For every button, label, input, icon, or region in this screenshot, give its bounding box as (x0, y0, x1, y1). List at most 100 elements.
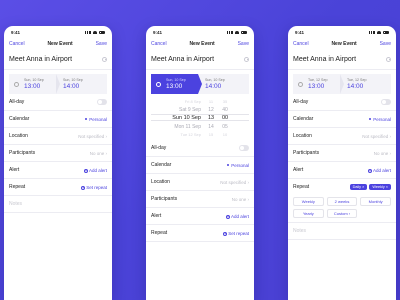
location-row[interactable]: Location Not specified › (146, 174, 254, 191)
participants-row[interactable]: Participants No one › (4, 145, 112, 162)
repeat-label: Repeat (151, 230, 168, 236)
time-icon (298, 81, 303, 87)
alert-row[interactable]: Alert + Add alert (4, 162, 112, 179)
end-date-button[interactable]: Sun, 10 Sep 14:00 (56, 74, 107, 94)
add-alert-button[interactable]: Add alert (373, 168, 391, 173)
allday-label: All-day (9, 99, 25, 105)
event-title-field[interactable]: Meet Anna in Airport (4, 50, 112, 70)
location-row[interactable]: Location Not specified › (4, 128, 112, 145)
end-date-button[interactable]: Tue, 12 Sep 14:00 (340, 74, 391, 94)
option-monthly[interactable]: Monthly (360, 197, 391, 206)
participants-label: Participants (9, 150, 36, 156)
set-repeat-button[interactable]: Set repeat (86, 185, 107, 190)
alert-row[interactable]: Alert + Add alert (288, 162, 396, 179)
phone-screen-repeat: 9:41 Cancel New Event Save Meet Anna in … (288, 26, 396, 300)
save-button[interactable]: Save (380, 41, 391, 47)
calendar-label: Calendar (9, 116, 30, 122)
cancel-button[interactable]: Cancel (151, 41, 167, 47)
repeat-label: Repeat (9, 184, 26, 190)
cancel-button[interactable]: Cancel (9, 41, 25, 47)
start-date: Sun, 10 Sep (24, 78, 44, 82)
start-date-button[interactable]: Sun, 10 Sep 13:00 (9, 74, 60, 94)
picker-row[interactable]: Sat 9 Sep 12 40 (151, 106, 249, 113)
allday-label: All-day (151, 145, 167, 151)
repeat-row[interactable]: Repeat + Set repeat (146, 225, 254, 242)
allday-toggle[interactable] (381, 99, 391, 105)
event-title-field[interactable]: Meet Anna in Airport (146, 50, 254, 70)
add-alert-button[interactable]: Add alert (89, 168, 107, 173)
save-button[interactable]: Save (238, 41, 249, 47)
time-icon (156, 81, 161, 87)
option-yearly[interactable]: Yearly (293, 209, 324, 218)
allday-toggle[interactable] (239, 145, 249, 151)
participants-row[interactable]: Participants No one › (146, 191, 254, 208)
time-icon (14, 81, 19, 87)
picker-row[interactable]: Fri 8 Sep 11 35 (151, 98, 249, 105)
location-value: Not specified (220, 179, 247, 185)
set-repeat-button[interactable]: Set repeat (228, 231, 249, 236)
alert-label: Alert (151, 213, 162, 219)
alert-row[interactable]: Alert + Add alert (146, 208, 254, 225)
end-date-button[interactable]: Sun, 10 Sep 14:00 (198, 74, 249, 94)
chip-daily[interactable]: Daily × (349, 184, 368, 190)
calendar-label: Calendar (293, 116, 314, 122)
event-title-text: Meet Anna in Airport (9, 56, 73, 63)
end-date: Tue, 12 Sep (347, 78, 367, 82)
calendar-dot-icon (369, 118, 372, 121)
chip-weekly[interactable]: Weekly × (369, 184, 391, 190)
option-weekly[interactable]: Weekly (293, 197, 324, 206)
allday-toggle[interactable] (97, 99, 107, 105)
status-bar: 9:41 (146, 26, 254, 38)
clock-icon[interactable] (244, 57, 249, 62)
repeat-row[interactable]: Repeat + Set repeat (4, 179, 112, 196)
event-title-field[interactable]: Meet Anna in Airport (288, 50, 396, 70)
status-bar: 9:41 (4, 26, 112, 38)
clock-icon[interactable] (102, 57, 107, 62)
date-time-picker[interactable]: Fri 8 Sep 11 35 Sat 9 Sep 12 40 Sun 10 Sep 13… (151, 96, 249, 140)
calendar-row[interactable]: Calendar Personal (4, 111, 112, 128)
location-row[interactable]: Location Not specified › (288, 128, 396, 145)
plus-icon: + (81, 185, 86, 190)
page-title: New Event (47, 41, 73, 47)
start-time: 13:00 (308, 83, 325, 90)
nav-bar: Cancel New Event Save (4, 38, 112, 50)
phone-screen-date-picker: 9:41 Cancel New Event Save Meet Anna in … (146, 26, 254, 300)
option-custom[interactable]: Custom › (326, 209, 358, 218)
calendar-dot-icon (227, 164, 230, 167)
page-title: New Event (331, 41, 357, 47)
start-date-button[interactable]: Sun, 10 Sep 13:00 (151, 74, 202, 94)
arrow-icon (340, 74, 344, 94)
battery-icon (99, 30, 105, 34)
arrow-icon (56, 74, 60, 94)
save-button[interactable]: Save (96, 41, 107, 47)
calendar-dot-icon (85, 118, 88, 121)
notes-row[interactable]: Notes (288, 223, 396, 240)
notes-row[interactable]: Notes (4, 196, 112, 213)
alert-label: Alert (9, 167, 20, 173)
start-time: 13:00 (166, 83, 183, 90)
repeat-label: Repeat (293, 184, 310, 190)
location-label: Location (9, 133, 28, 139)
plus-icon: + (83, 168, 88, 173)
calendar-row[interactable]: Calendar Personal (288, 111, 396, 128)
date-range: Sun, 10 Sep 13:00 Sun, 10 Sep 14:00 (151, 74, 249, 94)
location-value: Not specified (78, 133, 105, 139)
repeat-options: Weekly 2 weeks Monthly Yearly Custom › (293, 197, 391, 218)
participants-row[interactable]: Participants No one › (288, 145, 396, 162)
signal-icon (369, 30, 375, 34)
clock-icon[interactable] (386, 57, 391, 62)
add-alert-button[interactable]: Add alert (231, 214, 249, 219)
end-date: Sun, 10 Sep (63, 78, 83, 82)
plus-icon: + (223, 231, 228, 236)
picker-selected-row[interactable]: Sun 10 Sep 13 00 (151, 114, 249, 121)
calendar-row[interactable]: Calendar Personal (146, 157, 254, 174)
start-date-button[interactable]: Tue, 12 Sep 13:00 (293, 74, 344, 94)
allday-row: All-day (4, 94, 112, 111)
option-2-weeks[interactable]: 2 weeks (326, 197, 358, 206)
picker-row[interactable]: Tue 12 Sep 15 10 (151, 131, 249, 138)
participants-value: No one (231, 196, 247, 202)
start-date: Sun, 10 Sep (166, 78, 186, 82)
cancel-button[interactable]: Cancel (293, 41, 309, 47)
picker-row[interactable]: Mon 11 Sep 14 05 (151, 123, 249, 130)
signal-icon (227, 30, 233, 34)
